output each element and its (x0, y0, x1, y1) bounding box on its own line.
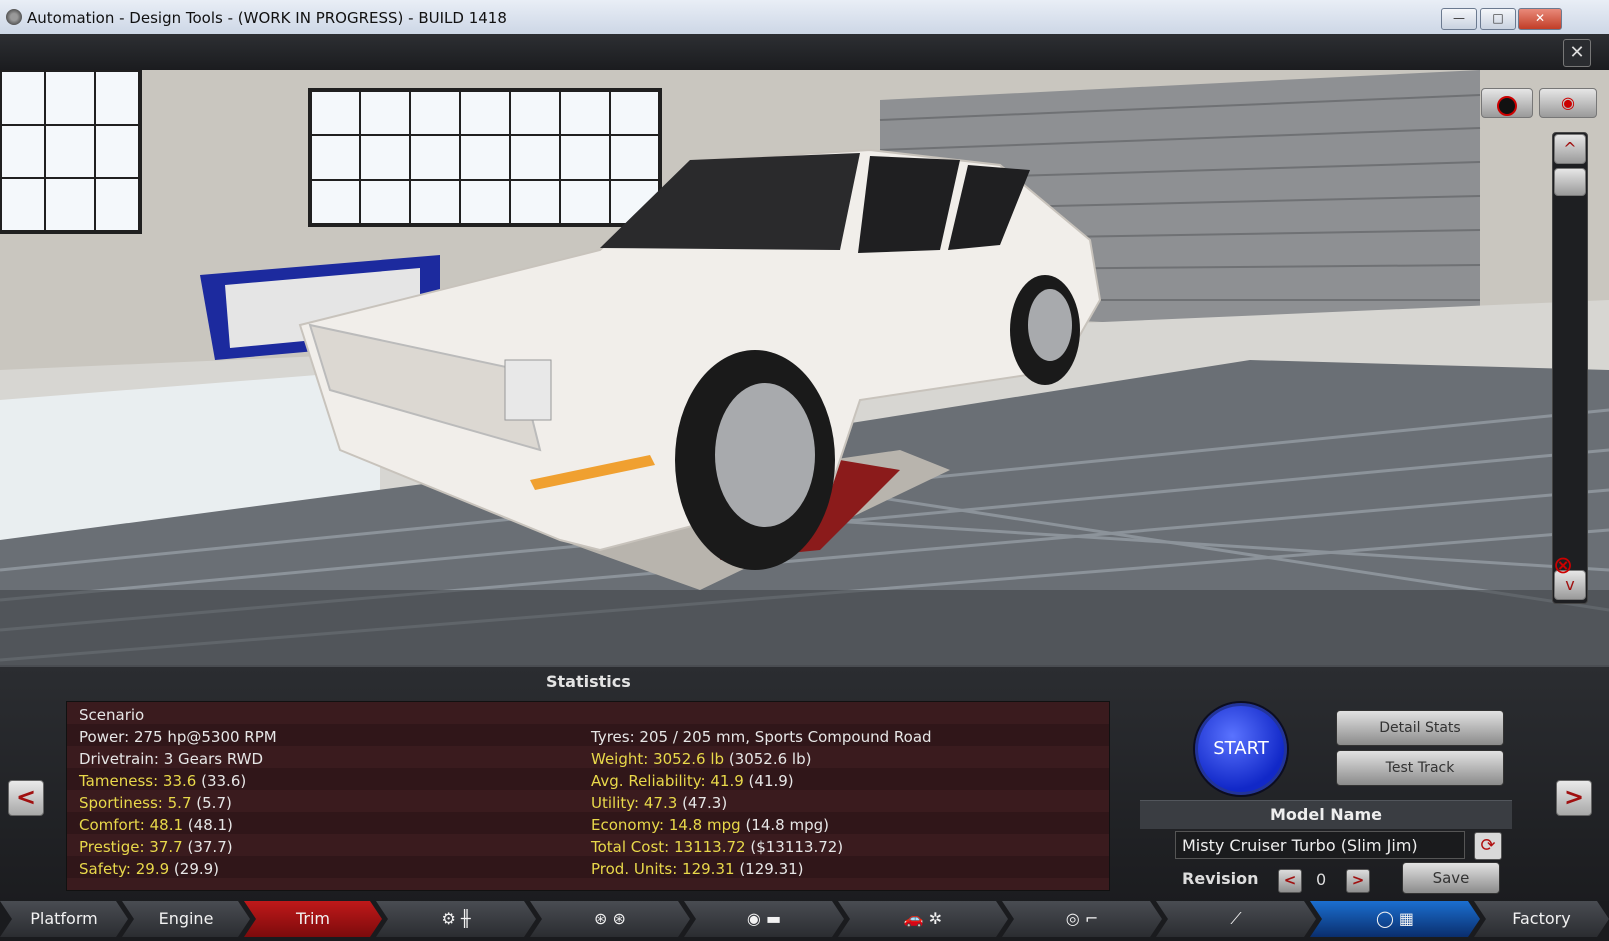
tab-aero[interactable]: 🚗 ✲ (838, 901, 1008, 937)
stat-utility: Utility: 47.3 (47.3) (591, 794, 728, 812)
stat-power: Power: 275 hp@5300 RPM (79, 728, 277, 746)
statistics-box: Scenario Power: 275 hp@5300 RPM Drivetra… (66, 701, 1110, 891)
garage-scene (0, 70, 1609, 665)
next-page-button[interactable]: > (1556, 780, 1592, 816)
tab-wheels[interactable]: ⊛ ⊛ (530, 901, 690, 937)
tab-interior[interactable]: ◎ ⌐ (1002, 901, 1162, 937)
design-stage-tabs: Platform Engine Trim ⚙ ╫ ⊛ ⊛ ◉ ▬ 🚗 ✲ ◎ ⌐… (0, 901, 1609, 941)
stat-comfort: Comfort: 48.1 (48.1) (79, 816, 233, 834)
tab-engine[interactable]: Engine (122, 901, 250, 937)
test-track-button[interactable]: Test Track (1336, 750, 1504, 786)
zoom-scrollbar[interactable] (1552, 132, 1588, 604)
tab-platform[interactable]: Platform (0, 901, 128, 937)
stat-weight: Weight: 3052.6 lb (3052.6 lb) (591, 750, 812, 768)
revision-value: 0 (1316, 870, 1327, 889)
stat-drivetrain: Drivetrain: 3 Gears RWD (79, 750, 264, 768)
hide-ui-icon[interactable]: ⊗ (1541, 550, 1585, 580)
tab-factory[interactable]: Factory (1474, 901, 1609, 937)
app-icon (6, 9, 22, 25)
stat-tameness: Tameness: 33.6 (33.6) (79, 772, 247, 790)
stat-tyres: Tyres: 205 / 205 mm, Sports Compound Roa… (591, 728, 932, 746)
revision-label: Revision (1182, 869, 1259, 888)
window-title: Automation - Design Tools - (WORK IN PRO… (27, 9, 507, 27)
minimize-button[interactable]: — (1441, 8, 1477, 30)
tab-testing[interactable]: ◯ ▦ (1310, 901, 1480, 937)
tab-suspension[interactable]: ⟋ (1156, 901, 1316, 937)
revision-prev-button[interactable]: < (1278, 869, 1302, 893)
eye-icon[interactable]: ◉ (1539, 88, 1597, 118)
detail-stats-button[interactable]: Detail Stats (1336, 710, 1504, 746)
tab-trim[interactable]: Trim (244, 901, 382, 937)
stat-economy: Economy: 14.8 mpg (14.8 mpg) (591, 816, 829, 834)
camera-icon[interactable] (1481, 88, 1533, 118)
stat-reliability: Avg. Reliability: 41.9 (41.9) (591, 772, 794, 790)
start-button[interactable]: START (1195, 703, 1287, 795)
zoom-up-button[interactable]: ^ (1554, 134, 1586, 164)
stat-sportiness: Sportiness: 5.7 (5.7) (79, 794, 232, 812)
scenario-label: Scenario (79, 706, 145, 724)
maximize-button[interactable]: □ (1480, 8, 1516, 30)
prev-page-button[interactable]: < (8, 780, 44, 816)
stat-safety: Safety: 29.9 (29.9) (79, 860, 220, 878)
stat-prod-units: Prod. Units: 129.31 (129.31) (591, 860, 804, 878)
app-header-bar: ✕ (0, 34, 1609, 70)
garage-3d-viewport[interactable]: ◉ ^ v ⊗ (0, 70, 1609, 665)
model-name-input[interactable]: Misty Cruiser Turbo (Slim Jim) (1175, 831, 1465, 859)
tab-brakes[interactable]: ◉ ▬ (684, 901, 844, 937)
tab-gearbox[interactable]: ⚙ ╫ (376, 901, 536, 937)
revision-next-button[interactable]: > (1346, 869, 1370, 893)
statistics-title: Statistics (546, 672, 631, 691)
close-icon[interactable]: ✕ (1563, 39, 1591, 67)
window-close-button[interactable]: ✕ (1518, 8, 1562, 30)
zoom-slider-handle[interactable] (1554, 168, 1586, 196)
stat-prestige: Prestige: 37.7 (37.7) (79, 838, 233, 856)
save-button[interactable]: Save (1402, 862, 1500, 894)
refresh-icon[interactable]: ⟳ (1474, 832, 1502, 860)
stat-total-cost: Total Cost: 13113.72 ($13113.72) (591, 838, 844, 856)
model-name-label: Model Name (1140, 800, 1512, 829)
window-titlebar: Automation - Design Tools - (WORK IN PRO… (0, 0, 1609, 35)
